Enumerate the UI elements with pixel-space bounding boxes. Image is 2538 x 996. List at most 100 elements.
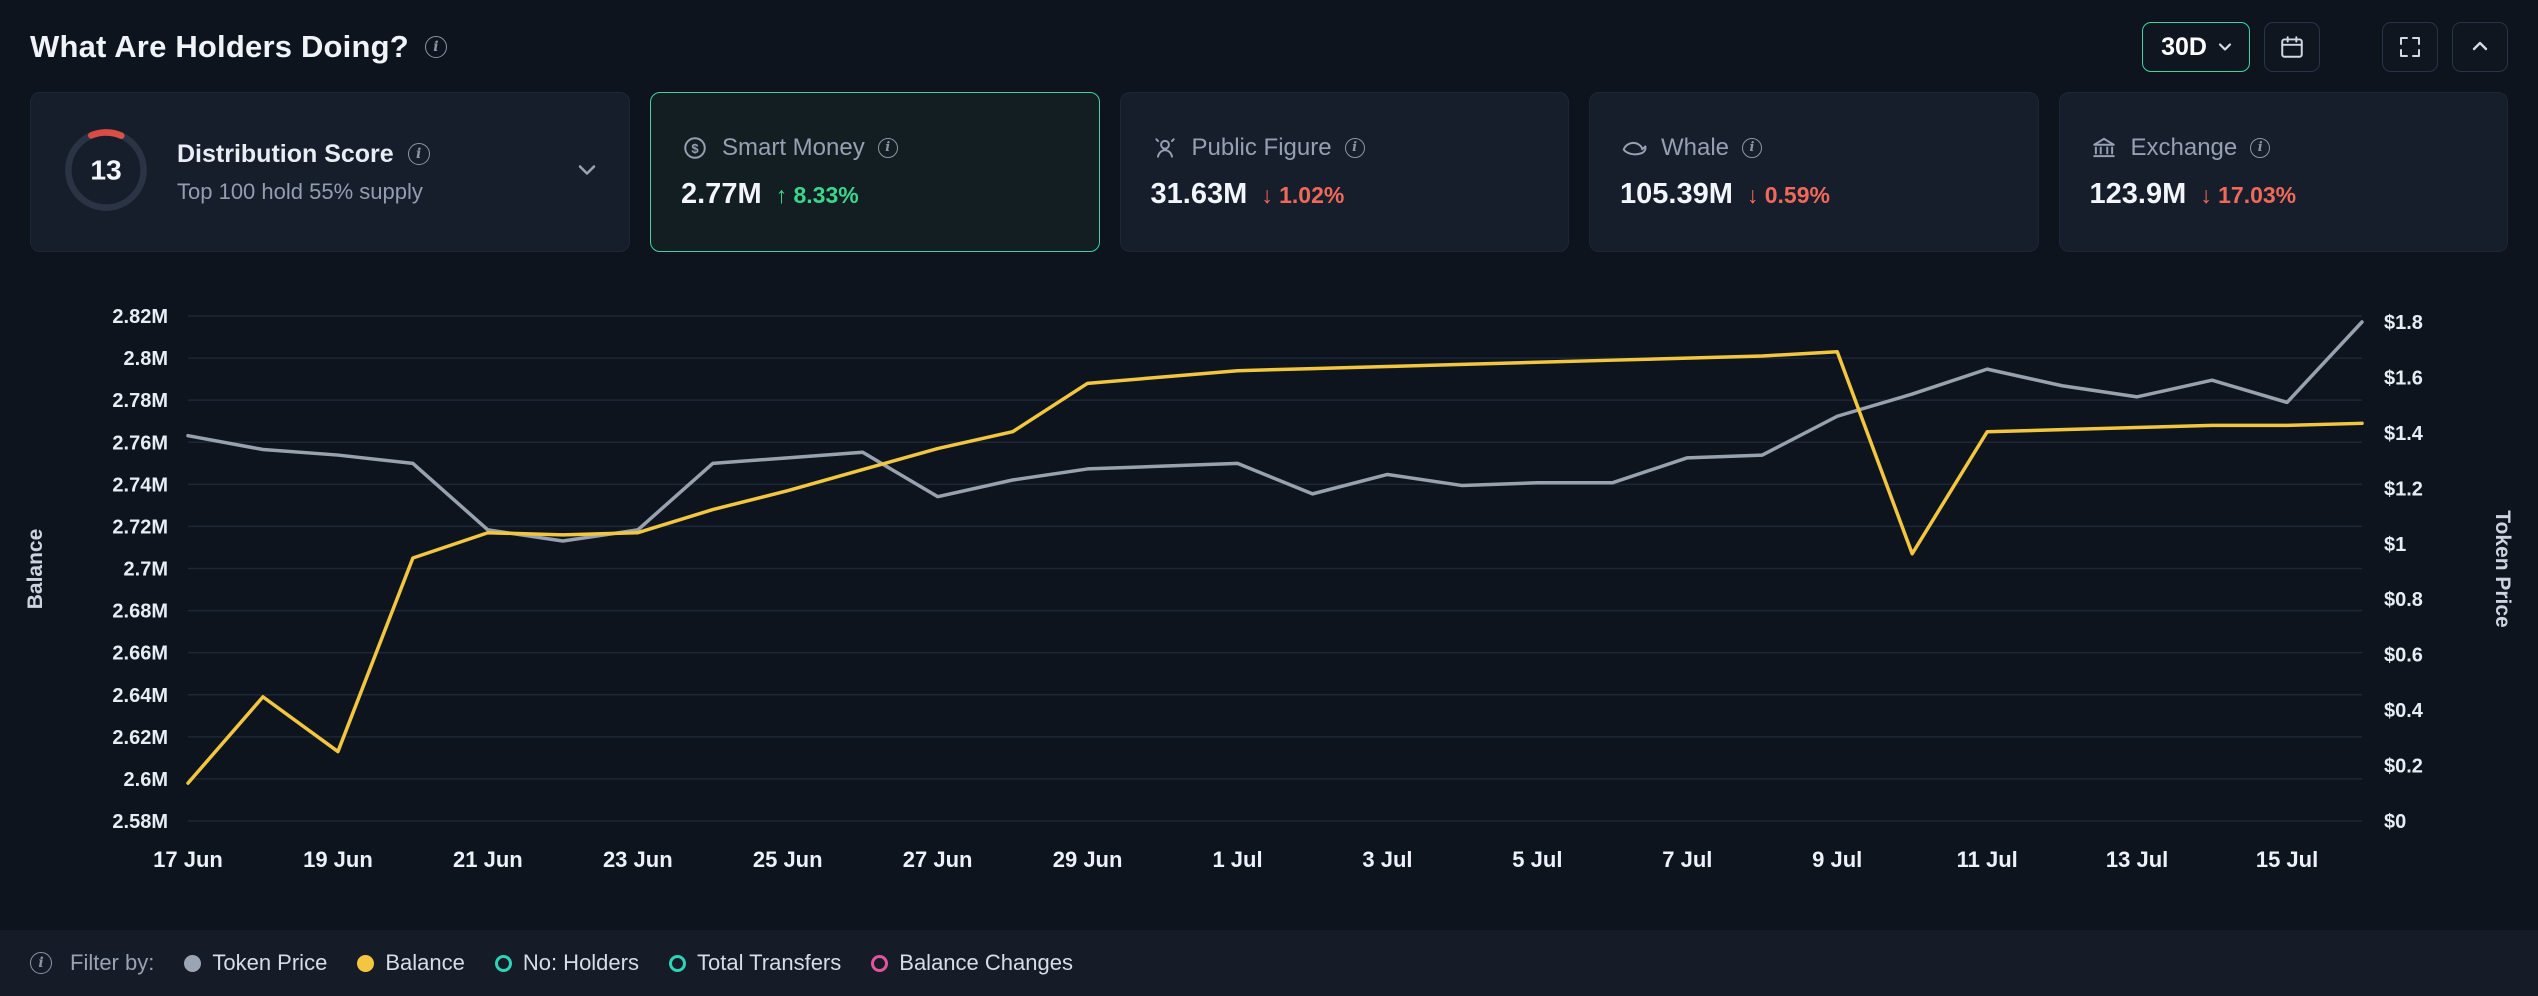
svg-text:13 Jul: 13 Jul xyxy=(2106,847,2168,872)
svg-text:3 Jul: 3 Jul xyxy=(1362,847,1412,872)
svg-text:2.62M: 2.62M xyxy=(112,727,168,749)
stat-change: ↓ 1.02% xyxy=(1261,182,1344,209)
info-icon[interactable] xyxy=(1742,138,1762,158)
range-value: 30D xyxy=(2161,33,2207,62)
page-title: What Are Holders Doing? xyxy=(30,29,409,65)
info-icon[interactable] xyxy=(425,36,447,58)
legend-item-balance[interactable]: Balance xyxy=(357,950,465,976)
range-selector[interactable]: 30D xyxy=(2142,22,2250,72)
line-chart[interactable]: 2.82M 2.8M 2.78M 2.76M 2.74M 2.72M 2.7M 2.68M 2.… xyxy=(0,286,2538,886)
svg-text:2.82M: 2.82M xyxy=(112,306,168,328)
distribution-score-value: 13 xyxy=(90,153,121,185)
panel-header: What Are Holders Doing? 30D xyxy=(0,0,2538,72)
left-axis-title: Balance xyxy=(24,529,48,610)
stat-title: Whale xyxy=(1661,134,1729,162)
svg-text:21 Jun: 21 Jun xyxy=(453,847,523,872)
distribution-score-gauge: 13 xyxy=(59,123,153,222)
holders-panel: What Are Holders Doing? 30D xyxy=(0,0,2538,996)
fullscreen-button[interactable] xyxy=(2382,22,2438,72)
svg-text:$0: $0 xyxy=(2384,811,2406,833)
svg-text:2.66M: 2.66M xyxy=(112,643,168,665)
svg-text:5 Jul: 5 Jul xyxy=(1512,847,1562,872)
svg-text:9 Jul: 9 Jul xyxy=(1812,847,1862,872)
balance-changes-ring-icon xyxy=(871,955,888,972)
svg-text:19 Jun: 19 Jun xyxy=(303,847,373,872)
total-transfers-ring-icon xyxy=(669,955,686,972)
info-icon[interactable] xyxy=(878,138,898,158)
legend-item-token-price[interactable]: Token Price xyxy=(184,950,327,976)
chevron-down-icon[interactable] xyxy=(573,156,601,189)
exchange-card[interactable]: Exchange 123.9M ↓ 17.03% xyxy=(2059,92,2509,252)
svg-text:27 Jun: 27 Jun xyxy=(903,847,973,872)
distribution-score-card[interactable]: 13 Distribution Score Top 100 hold 55% s… xyxy=(30,92,630,252)
chevron-down-icon xyxy=(2215,37,2235,57)
balance-dot-icon xyxy=(357,955,374,972)
whale-icon xyxy=(1620,134,1648,162)
distribution-score-title: Distribution Score xyxy=(177,140,394,169)
person-icon xyxy=(1151,134,1179,162)
chevron-up-icon xyxy=(2468,35,2492,59)
svg-text:25 Jun: 25 Jun xyxy=(753,847,823,872)
right-axis-title: Token Price xyxy=(2490,510,2514,628)
stat-cards-row: 13 Distribution Score Top 100 hold 55% s… xyxy=(0,72,2538,262)
public-figure-card[interactable]: Public Figure 31.63M ↓ 1.02% xyxy=(1120,92,1570,252)
calendar-icon xyxy=(2279,34,2305,60)
holders-chart[interactable]: 2.82M 2.8M 2.78M 2.76M 2.74M 2.72M 2.7M 2.68M 2.… xyxy=(0,286,2538,886)
filter-by-label: Filter by: xyxy=(70,950,154,976)
svg-text:7 Jul: 7 Jul xyxy=(1662,847,1712,872)
svg-text:2.6M: 2.6M xyxy=(124,769,168,791)
stat-title: Exchange xyxy=(2131,134,2238,162)
svg-text:2.58M: 2.58M xyxy=(112,811,168,833)
svg-text:$1.4: $1.4 xyxy=(2384,423,2424,445)
svg-text:15 Jul: 15 Jul xyxy=(2256,847,2318,872)
svg-text:2.74M: 2.74M xyxy=(112,474,168,496)
svg-text:$0.6: $0.6 xyxy=(2384,645,2423,667)
token-price-dot-icon xyxy=(184,955,201,972)
svg-text:2.78M: 2.78M xyxy=(112,390,168,412)
svg-text:$1.8: $1.8 xyxy=(2384,312,2423,334)
svg-text:2.64M: 2.64M xyxy=(112,685,168,707)
svg-text:2.76M: 2.76M xyxy=(112,432,168,454)
fullscreen-icon xyxy=(2398,35,2422,59)
svg-text:$0.8: $0.8 xyxy=(2384,589,2423,611)
stat-title: Smart Money xyxy=(722,134,865,162)
stat-change: ↓ 0.59% xyxy=(1747,182,1830,209)
legend-item-balance-changes[interactable]: Balance Changes xyxy=(871,950,1073,976)
svg-text:2.72M: 2.72M xyxy=(112,516,168,538)
filter-bar: Filter by: Token Price Balance No: Holde… xyxy=(0,930,2538,996)
stat-title: Public Figure xyxy=(1192,134,1332,162)
info-icon[interactable] xyxy=(1345,138,1365,158)
svg-text:$0.4: $0.4 xyxy=(2384,700,2424,722)
svg-text:$1.6: $1.6 xyxy=(2384,367,2423,389)
info-icon[interactable] xyxy=(30,952,52,974)
coin-icon: $ xyxy=(681,134,709,162)
svg-text:$: $ xyxy=(691,140,699,155)
legend-item-total-transfers[interactable]: Total Transfers xyxy=(669,950,841,976)
svg-text:$0.2: $0.2 xyxy=(2384,756,2423,778)
stat-value: 2.77M xyxy=(681,178,762,211)
no-holders-ring-icon xyxy=(495,955,512,972)
svg-text:2.68M: 2.68M xyxy=(112,601,168,623)
svg-text:2.7M: 2.7M xyxy=(124,559,168,581)
stat-change: ↑ 8.33% xyxy=(776,182,859,209)
smart-money-card[interactable]: $ Smart Money 2.77M ↑ 8.33% xyxy=(650,92,1100,252)
stat-value: 31.63M xyxy=(1151,178,1248,211)
svg-text:$1: $1 xyxy=(2384,534,2406,556)
info-icon[interactable] xyxy=(408,143,430,165)
svg-text:17 Jun: 17 Jun xyxy=(153,847,223,872)
distribution-score-subtitle: Top 100 hold 55% supply xyxy=(177,179,549,205)
calendar-button[interactable] xyxy=(2264,22,2320,72)
whale-card[interactable]: Whale 105.39M ↓ 0.59% xyxy=(1589,92,2039,252)
info-icon[interactable] xyxy=(2250,138,2270,158)
svg-text:2.8M: 2.8M xyxy=(124,348,168,370)
svg-text:29 Jun: 29 Jun xyxy=(1053,847,1123,872)
svg-text:23 Jun: 23 Jun xyxy=(603,847,673,872)
collapse-button[interactable] xyxy=(2452,22,2508,72)
stat-value: 123.9M xyxy=(2090,178,2187,211)
svg-text:1 Jul: 1 Jul xyxy=(1212,847,1262,872)
stat-change: ↓ 17.03% xyxy=(2200,182,2296,209)
bank-icon xyxy=(2090,134,2118,162)
svg-text:$1.2: $1.2 xyxy=(2384,478,2423,500)
legend-item-no-holders[interactable]: No: Holders xyxy=(495,950,639,976)
stat-value: 105.39M xyxy=(1620,178,1733,211)
